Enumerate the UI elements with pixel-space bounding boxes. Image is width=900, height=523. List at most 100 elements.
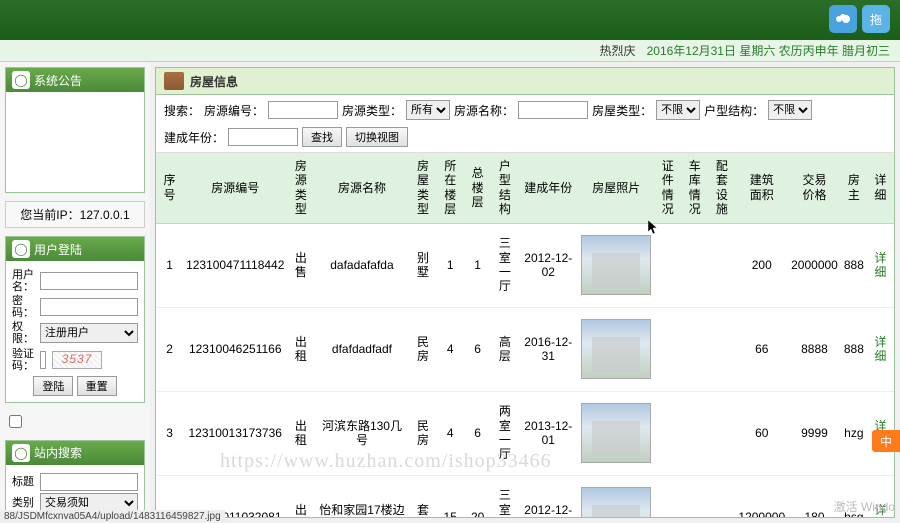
cell-fac bbox=[708, 475, 735, 517]
password-label: 密码： bbox=[12, 295, 38, 319]
cell-total: 20 bbox=[464, 475, 491, 517]
captcha-image[interactable]: 3537 bbox=[52, 351, 102, 369]
title-search-label: 标题 bbox=[12, 476, 38, 488]
cell-owner: hsg bbox=[841, 475, 867, 517]
src-name-label: 房源名称： bbox=[454, 102, 514, 119]
title-search-input[interactable] bbox=[40, 473, 138, 491]
login-button[interactable]: 登陆 bbox=[33, 376, 73, 396]
announce-icon: ◯ bbox=[12, 71, 30, 89]
main-title: 房屋信息 bbox=[190, 73, 238, 90]
cell-src: 出售 bbox=[287, 223, 314, 307]
date-text: 2016年12月31日 星期六 农历丙申年 腊月初三 bbox=[647, 44, 890, 58]
cell-name: dfafdadfadf bbox=[314, 307, 409, 391]
ime-badge[interactable]: 中 bbox=[872, 430, 900, 452]
year-input[interactable] bbox=[228, 128, 298, 146]
cell-code: 12310046251166 bbox=[183, 307, 287, 391]
cell-src: 出租 bbox=[287, 391, 314, 475]
panel-announce: ◯ 系统公告 bbox=[5, 67, 145, 193]
cell-fac bbox=[708, 223, 735, 307]
cell-photo bbox=[578, 307, 654, 391]
marquee-text: 热烈庆 bbox=[600, 44, 636, 58]
cell-garage bbox=[681, 223, 708, 307]
cell-total: 6 bbox=[464, 307, 491, 391]
col-header: 房屋照片 bbox=[578, 153, 654, 223]
col-header: 配套设施 bbox=[708, 153, 735, 223]
col-header: 房源类型 bbox=[287, 153, 314, 223]
cell-layout: 三室一厅 bbox=[491, 475, 518, 517]
cell-area: 1200000 bbox=[735, 475, 788, 517]
col-header: 所在楼层 bbox=[437, 153, 464, 223]
year-label: 建成年份： bbox=[164, 129, 224, 146]
cell-photo bbox=[578, 475, 654, 517]
cell-detail[interactable]: 详细 bbox=[867, 475, 894, 517]
layout-select[interactable]: 不限 bbox=[768, 100, 812, 120]
col-header: 证件情况 bbox=[654, 153, 681, 223]
cell-layout: 高层 bbox=[491, 307, 518, 391]
src-name-input[interactable] bbox=[518, 101, 588, 119]
cell-photo bbox=[578, 391, 654, 475]
panel-title: 站内搜索 bbox=[34, 444, 82, 461]
username-label: 用户名： bbox=[12, 269, 38, 293]
cell-cert bbox=[654, 475, 681, 517]
code-label: 房源编号： bbox=[204, 102, 264, 119]
layout-label: 户型结构： bbox=[704, 102, 764, 119]
cell-htype: 民房 bbox=[409, 391, 436, 475]
table-row: 212310046251166出租dfafdadfadf民房46高层2016-1… bbox=[156, 307, 894, 391]
app-header: 拖 bbox=[0, 0, 900, 40]
house-thumb[interactable] bbox=[581, 403, 651, 463]
username-input[interactable] bbox=[40, 272, 138, 290]
panel-login: ◯ 用户登陆 用户名： 密码： 权限： 注册用户 验证码： bbox=[5, 236, 145, 403]
captcha-label: 验证码： bbox=[12, 348, 38, 372]
role-select[interactable]: 注册用户 bbox=[40, 323, 138, 343]
search-bar: 搜索： 房源编号： 房源类型： 所有 房源名称： 房屋类型： 不限 户型结构： … bbox=[156, 95, 894, 153]
cell-name: 河滨东路130几号 bbox=[314, 391, 409, 475]
cell-cert bbox=[654, 307, 681, 391]
cell-cert bbox=[654, 223, 681, 307]
house-info-icon bbox=[164, 72, 184, 90]
cell-owner: 888 bbox=[841, 307, 867, 391]
captcha-input[interactable] bbox=[40, 351, 46, 369]
search-button[interactable]: 查找 bbox=[302, 127, 342, 147]
cell-detail[interactable]: 详细 bbox=[867, 223, 894, 307]
cell-year: 2012-12-02 bbox=[518, 223, 578, 307]
col-header: 建成年份 bbox=[518, 153, 578, 223]
role-label: 权限： bbox=[12, 321, 38, 345]
cell-total: 6 bbox=[464, 391, 491, 475]
cell-area: 200 bbox=[735, 223, 788, 307]
cell-htype: 套房 bbox=[409, 475, 436, 517]
cell-owner: 888 bbox=[841, 223, 867, 307]
src-type-select[interactable]: 所有 bbox=[406, 100, 450, 120]
search-label: 搜索： bbox=[164, 102, 200, 119]
house-type-select[interactable]: 不限 bbox=[656, 100, 700, 120]
house-thumb[interactable] bbox=[581, 235, 651, 295]
cell-floor: 15 bbox=[437, 475, 464, 517]
cell-year: 2013-12-01 bbox=[518, 391, 578, 475]
house-thumb[interactable] bbox=[581, 487, 651, 517]
table-row: 412310011032081出租怡和家园17楼边套套房1520三室一厅2012… bbox=[156, 475, 894, 517]
cell-owner: hzg bbox=[841, 391, 867, 475]
remember-checkbox[interactable] bbox=[9, 415, 22, 428]
cloud-app-icon[interactable] bbox=[829, 5, 857, 33]
type-search-label: 类别 bbox=[12, 497, 38, 509]
cell-garage bbox=[681, 475, 708, 517]
drag-icon[interactable]: 拖 bbox=[862, 5, 890, 33]
house-thumb[interactable] bbox=[581, 319, 651, 379]
col-header: 序号 bbox=[156, 153, 183, 223]
cell-garage bbox=[681, 391, 708, 475]
code-input[interactable] bbox=[268, 101, 338, 119]
cell-garage bbox=[681, 307, 708, 391]
cell-floor: 1 bbox=[437, 223, 464, 307]
main-header: 房屋信息 bbox=[156, 68, 894, 95]
cell-floor: 4 bbox=[437, 307, 464, 391]
reset-button[interactable]: 重置 bbox=[77, 376, 117, 396]
col-header: 房主 bbox=[841, 153, 867, 223]
toggle-view-button[interactable]: 切换视图 bbox=[346, 127, 408, 147]
cell-name: dafadafafda bbox=[314, 223, 409, 307]
cell-fac bbox=[708, 307, 735, 391]
cell-name: 怡和家园17楼边套 bbox=[314, 475, 409, 517]
table-row: 1123100471118442出售dafadafafda别墅11三室一厅201… bbox=[156, 223, 894, 307]
cell-total: 1 bbox=[464, 223, 491, 307]
table-row: 312310013173736出租河滨东路130几号民房46两室一厅2013-1… bbox=[156, 391, 894, 475]
cell-detail[interactable]: 详细 bbox=[867, 307, 894, 391]
password-input[interactable] bbox=[40, 298, 138, 316]
